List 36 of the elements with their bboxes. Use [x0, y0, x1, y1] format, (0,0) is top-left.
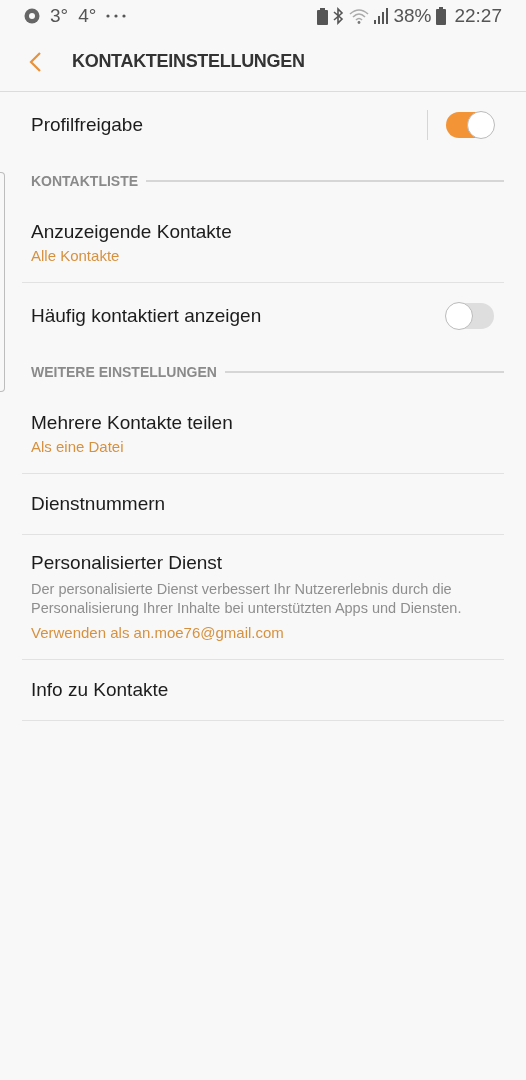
clock-time: 22:27: [454, 3, 502, 28]
bluetooth-icon: [333, 7, 345, 25]
toggle-row[interactable]: Häufig kontaktiert anzeigen: [22, 283, 504, 349]
toggle-row[interactable]: Profilfreigabe: [22, 92, 504, 158]
setting-value: Alle Kontakte: [31, 246, 121, 266]
settings-entry[interactable]: Mehrere Kontakte teilen Als eine Datei: [22, 395, 504, 474]
temperature-text: 4°: [78, 3, 97, 28]
temperature-text: 3°: [50, 3, 69, 28]
toggle-switch[interactable]: [446, 112, 494, 138]
back-icon: [28, 50, 42, 73]
setting-label: Anzuzeigende Kontakte: [31, 220, 233, 244]
setting-label: Profilfreigabe: [31, 112, 144, 137]
battery-icon: [436, 7, 447, 25]
settings-entry[interactable]: Dienstnummern: [22, 474, 504, 535]
section-header: WEITERE EINSTELLUNGEN: [31, 362, 217, 382]
battery-saver-icon: [317, 7, 329, 25]
setting-description: Der personalisierte Dienst verbessert Ihr Nutzererlebnis durch die Personalisierung Ihrer Inhalte bei unterstützten Apps und Diensten.: [31, 580, 463, 618]
setting-label: Personalisierter Dienst: [31, 551, 224, 575]
setting-label: Mehrere Kontakte teilen: [31, 411, 234, 435]
toggle-switch[interactable]: [446, 303, 494, 329]
wifi-icon: [349, 8, 370, 24]
setting-value: Verwenden als an.moe76@gmail.com: [31, 623, 285, 643]
section-header: KONTAKTLISTE: [31, 171, 139, 191]
settings-entry[interactable]: Personalisierter Dienst Der personalisierte Dienst verbessert Ihr Nutzererlebnis durch die Personalisierung Ihrer Inhalte bei unterstützten Apps und Diensten. Verwenden als an.moe76@gmail.com: [22, 535, 504, 660]
browser-icon: [24, 8, 40, 24]
edge-handle[interactable]: [0, 172, 5, 392]
setting-value: Als eine Datei: [31, 437, 125, 457]
setting-label: Dienstnummern: [31, 492, 167, 516]
screen-title: KONTAKTEINSTELLUNGEN: [72, 50, 305, 73]
setting-label: Häufig kontaktiert anzeigen: [31, 303, 263, 328]
setting-label: Info zu Kontakte: [31, 678, 170, 702]
battery-percent: 38%: [393, 3, 432, 28]
settings-entry[interactable]: Anzuzeigende Kontakte Alle Kontakte: [22, 204, 504, 283]
signal-icon: [374, 8, 389, 24]
more-icon: [106, 14, 127, 18]
settings-entry[interactable]: Info zu Kontakte: [22, 660, 504, 721]
